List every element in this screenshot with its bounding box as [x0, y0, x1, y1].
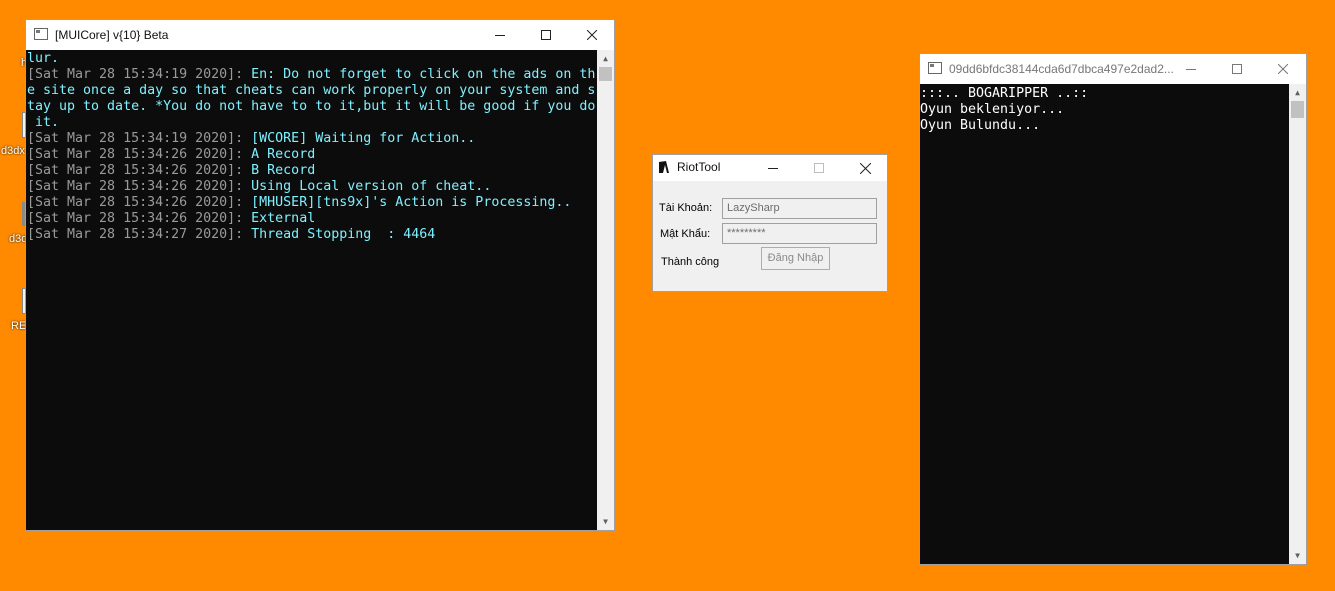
- account-label: Tài Khoản:: [659, 202, 713, 214]
- title-bar[interactable]: RiotTool: [653, 155, 887, 181]
- console-line: e site once a day so that cheats can wor…: [27, 83, 595, 99]
- console-message: tay up to date. *You do not have to to i…: [27, 99, 596, 114]
- window-title: [MUICore] v{10} Beta: [55, 28, 169, 42]
- console-lines: lur. [Sat Mar 28 15:34:19 2020]: En: Do n…: [27, 51, 595, 243]
- maximize-icon: [814, 163, 824, 173]
- vertical-scrollbar[interactable]: ▲ ▼: [597, 50, 614, 530]
- console-message: B Record: [251, 163, 316, 178]
- minimize-icon: [1186, 69, 1196, 70]
- console-message: Thread Stopping : 4464: [251, 227, 436, 242]
- status-text: Thành công: [661, 256, 720, 268]
- console-message: A Record: [251, 147, 316, 162]
- console-line: tay up to date. *You do not have to to i…: [27, 99, 595, 115]
- console-timestamp: [Sat Mar 28 15:34:26 2020]:: [27, 147, 252, 162]
- console-message: e site once a day so that cheats can wor…: [27, 83, 596, 98]
- close-button[interactable]: [842, 155, 888, 181]
- window-title: RiotTool: [677, 160, 721, 174]
- console-timestamp: [Sat Mar 28 15:34:26 2020]:: [27, 211, 252, 226]
- scroll-down-arrow-icon[interactable]: ▼: [1289, 547, 1306, 564]
- muicore-console-window: [MUICore] v{10} Beta lur. [Sat Mar 28 15:…: [25, 19, 615, 531]
- riottool-window: RiotTool Tài Khoản: LazySharp Mật Khẩu: …: [652, 154, 888, 292]
- title-bar[interactable]: 09dd6bfdc38144cda6d7dbca497e2dad2...: [920, 54, 1306, 84]
- maximize-icon: [1232, 64, 1242, 74]
- title-bar[interactable]: [MUICore] v{10} Beta: [26, 20, 614, 50]
- console-timestamp: [Sat Mar 28 15:34:26 2020]:: [27, 179, 252, 194]
- desktop-icon-label: d3dx: [1, 145, 25, 157]
- console-timestamp: [Sat Mar 28 15:34:27 2020]:: [27, 227, 252, 242]
- riot-logo-icon: [659, 161, 669, 173]
- console-line: lur.: [27, 51, 595, 67]
- console-app-icon: [34, 28, 48, 40]
- console-timestamp: [Sat Mar 28 15:34:19 2020]:: [27, 67, 252, 82]
- console-timestamp: [Sat Mar 28 15:34:19 2020]:: [27, 131, 252, 146]
- console-message: En: Do not forget to click on the ads on…: [251, 67, 596, 82]
- console-line: Oyun bekleniyor...: [920, 102, 1065, 117]
- login-button[interactable]: Đăng Nhập: [761, 247, 830, 270]
- close-button[interactable]: [1260, 54, 1306, 84]
- minimize-button[interactable]: [477, 20, 523, 50]
- minimize-button[interactable]: [1168, 54, 1214, 84]
- console-timestamp: [Sat Mar 28 15:34:26 2020]:: [27, 163, 252, 178]
- console-message: External: [251, 211, 316, 226]
- console-message: it.: [27, 115, 60, 130]
- close-icon: [859, 162, 871, 174]
- console-line: :::.. BOGARIPPER ..::: [920, 86, 1089, 101]
- scroll-up-arrow-icon[interactable]: ▲: [597, 50, 614, 67]
- console-line: [Sat Mar 28 15:34:26 2020]: External: [27, 211, 595, 227]
- minimize-button[interactable]: [750, 155, 796, 181]
- console-line: [Sat Mar 28 15:34:26 2020]: [MHUSER][tns…: [27, 195, 595, 211]
- console-output[interactable]: lur. [Sat Mar 28 15:34:19 2020]: En: Do n…: [26, 50, 614, 530]
- console-line: [Sat Mar 28 15:34:27 2020]: Thread Stopp…: [27, 227, 595, 243]
- console-message: [WCORE] Waiting for Action..: [251, 131, 476, 146]
- console-app-icon: [928, 62, 942, 74]
- window-title: 09dd6bfdc38144cda6d7dbca497e2dad2...: [949, 62, 1174, 76]
- scroll-up-arrow-icon[interactable]: ▲: [1289, 84, 1306, 101]
- close-icon: [1278, 64, 1288, 74]
- console-output[interactable]: :::.. BOGARIPPER ..:: Oyun bekleniyor... O…: [920, 84, 1306, 564]
- console-line: Oyun Bulundu...: [920, 118, 1041, 133]
- scrollbar-thumb[interactable]: [1291, 101, 1304, 118]
- minimize-icon: [495, 35, 505, 36]
- console-line: [Sat Mar 28 15:34:26 2020]: A Record: [27, 147, 595, 163]
- console-line: [Sat Mar 28 15:34:26 2020]: B Record: [27, 163, 595, 179]
- console-message: Using Local version of cheat..: [251, 179, 492, 194]
- close-icon: [587, 30, 597, 40]
- minimize-icon: [768, 168, 778, 169]
- console-message: lur.: [27, 51, 60, 66]
- console-line: [Sat Mar 28 15:34:26 2020]: Using Local …: [27, 179, 595, 195]
- maximize-icon: [541, 30, 551, 40]
- bogaripper-console-window: 09dd6bfdc38144cda6d7dbca497e2dad2... :::…: [919, 53, 1307, 565]
- console-line: [Sat Mar 28 15:34:19 2020]: En: Do not f…: [27, 67, 595, 83]
- maximize-button: [796, 155, 842, 181]
- close-button[interactable]: [569, 20, 615, 50]
- console-lines: :::.. BOGARIPPER ..:: Oyun bekleniyor... O…: [920, 86, 1088, 134]
- console-line: [Sat Mar 28 15:34:19 2020]: [WCORE] Wait…: [27, 131, 595, 147]
- password-label: Mật Khẩu:: [660, 228, 711, 240]
- password-field[interactable]: *********: [722, 223, 877, 244]
- account-field[interactable]: LazySharp: [722, 198, 877, 219]
- console-message: [MHUSER][tns9x]'s Action is Processing..: [251, 195, 572, 210]
- console-line: it.: [27, 115, 595, 131]
- console-timestamp: [Sat Mar 28 15:34:26 2020]:: [27, 195, 252, 210]
- scroll-down-arrow-icon[interactable]: ▼: [597, 513, 614, 530]
- maximize-button[interactable]: [523, 20, 569, 50]
- vertical-scrollbar[interactable]: ▲ ▼: [1289, 84, 1306, 564]
- scrollbar-thumb[interactable]: [599, 67, 612, 81]
- maximize-button[interactable]: [1214, 54, 1260, 84]
